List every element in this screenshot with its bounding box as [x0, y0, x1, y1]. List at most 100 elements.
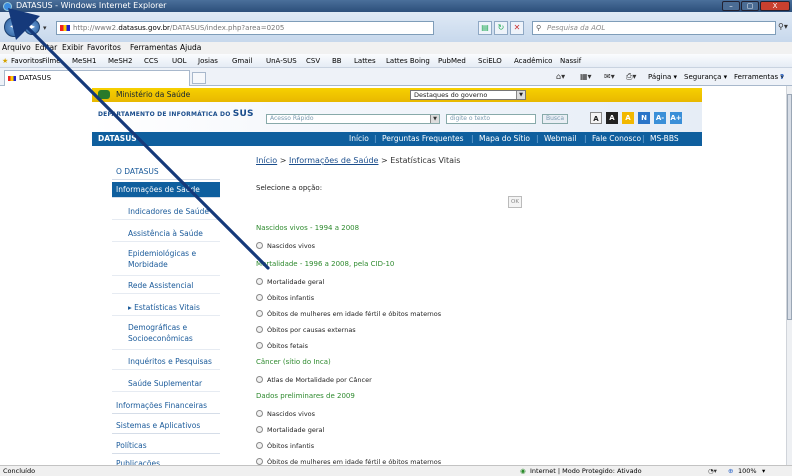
- fav-gmail[interactable]: Gmail: [232, 54, 252, 68]
- fav-csv[interactable]: CSV: [306, 54, 320, 68]
- minimize-button[interactable]: –: [722, 1, 740, 11]
- sidebar-item[interactable]: Publicações: [112, 456, 220, 465]
- radio-option[interactable]: Óbitos infantis: [256, 294, 314, 302]
- department-logo[interactable]: DEPARTAMENTO DE INFORMÁTICA DO SUS: [98, 109, 254, 119]
- site-search-input[interactable]: digite o texto: [446, 114, 536, 124]
- menu-ajuda[interactable]: Ajuda: [180, 42, 201, 54]
- menu-ferramentas[interactable]: Ferramentas: [130, 42, 177, 54]
- refresh-icon[interactable]: ↻: [494, 21, 508, 35]
- fav-ccs[interactable]: CCS: [144, 54, 158, 68]
- tools-menu[interactable]: Ferramentas ▾: [734, 68, 784, 86]
- sidebar-item[interactable]: Indicadores de Saúde: [112, 204, 220, 220]
- help-icon[interactable]: ?: [780, 68, 784, 86]
- home-icon[interactable]: ⌂▾: [556, 68, 565, 86]
- history-dropdown-icon[interactable]: ▾: [43, 24, 47, 32]
- back-button[interactable]: ◀: [4, 17, 24, 37]
- fav-uol[interactable]: UOL: [172, 54, 187, 68]
- fav-mesh1[interactable]: MeSH1: [72, 54, 97, 68]
- quick-access-select[interactable]: Acesso Rápido ▼: [266, 114, 440, 124]
- radio-icon[interactable]: [256, 458, 263, 465]
- security-menu[interactable]: Segurança ▾: [684, 68, 727, 86]
- nav-inicio[interactable]: Início: [349, 132, 369, 146]
- stop-icon[interactable]: ✕: [510, 21, 524, 35]
- fav-lattes-boing[interactable]: Lattes Boing: [386, 54, 430, 68]
- sidebar-item[interactable]: Saúde Suplementar: [112, 376, 220, 392]
- mail-icon[interactable]: ✉▾: [604, 68, 615, 86]
- fav-bb[interactable]: BB: [332, 54, 342, 68]
- radio-option[interactable]: Óbitos de mulheres em idade fértil e óbi…: [256, 310, 441, 318]
- maximize-button[interactable]: ▢: [741, 1, 759, 11]
- radio-option[interactable]: Mortalidade geral: [256, 426, 324, 434]
- menu-favoritos[interactable]: Favoritos: [87, 42, 121, 54]
- sidebar-item[interactable]: Assistência à Saúde: [112, 226, 220, 242]
- font-normal-button[interactable]: N: [638, 112, 650, 124]
- compat-view-icon[interactable]: ▤: [478, 21, 492, 35]
- fav-nassif[interactable]: Nassif: [560, 54, 581, 68]
- radio-option[interactable]: Óbitos por causas externas: [256, 326, 356, 334]
- radio-option[interactable]: Mortalidade geral: [256, 278, 324, 286]
- radio-icon[interactable]: [256, 442, 263, 449]
- sidebar-item[interactable]: Inquéritos e Pesquisas: [112, 354, 220, 370]
- radio-option[interactable]: Nascidos vivos: [256, 410, 315, 418]
- fav-unasus[interactable]: UnA-SUS: [266, 54, 297, 68]
- sidebar-item[interactable]: O DATASUS: [112, 164, 220, 180]
- fav-pubmed[interactable]: PubMed: [438, 54, 466, 68]
- radio-option[interactable]: Óbitos infantis: [256, 442, 314, 450]
- page-menu[interactable]: Página ▾: [648, 68, 677, 86]
- sidebar-item[interactable]: Sistemas e Aplicativos: [112, 418, 220, 434]
- search-button[interactable]: Busca: [542, 114, 568, 124]
- ok-button[interactable]: OK: [508, 196, 522, 208]
- contrast-black-button[interactable]: A: [606, 112, 618, 124]
- print-icon[interactable]: ⎙▾: [626, 68, 636, 86]
- radio-icon[interactable]: [256, 342, 263, 349]
- new-tab-button[interactable]: [192, 72, 206, 84]
- zoom-level[interactable]: 100%: [738, 466, 757, 476]
- zoom-dropdown-icon[interactable]: ▾: [762, 466, 765, 476]
- close-button[interactable]: X: [760, 1, 790, 11]
- fav-filme[interactable]: Filme: [42, 54, 61, 68]
- radio-icon[interactable]: [256, 326, 263, 333]
- scrollbar-thumb[interactable]: [787, 94, 792, 320]
- feeds-icon[interactable]: ▦▾: [580, 68, 592, 86]
- address-input[interactable]: http://www2.datasus.gov.br/DATASUS/index…: [56, 21, 434, 35]
- menu-editar[interactable]: Editar: [35, 42, 57, 54]
- radio-icon[interactable]: [256, 410, 263, 417]
- ministry-link[interactable]: Ministério da Saúde: [116, 88, 190, 102]
- radio-icon[interactable]: [256, 242, 263, 249]
- search-input[interactable]: ⚲ Pesquisa da AOL: [532, 21, 776, 35]
- radio-icon[interactable]: [256, 294, 263, 301]
- contrast-white-button[interactable]: A: [590, 112, 602, 124]
- nav-contact[interactable]: Fale Conosco: [592, 132, 641, 146]
- nav-sitemap[interactable]: Mapa do Sítio: [479, 132, 530, 146]
- radio-icon[interactable]: [256, 376, 263, 383]
- sidebar-item[interactable]: Rede Assistencial: [112, 278, 220, 294]
- fav-lattes[interactable]: Lattes: [354, 54, 376, 68]
- font-increase-button[interactable]: A+: [670, 112, 682, 124]
- fav-scielo[interactable]: SciELO: [478, 54, 502, 68]
- sidebar-item[interactable]: Epidemiológicas e Morbidade: [112, 248, 220, 276]
- sidebar-item[interactable]: Demográficas e Socioeconômicas: [112, 322, 220, 350]
- radio-option[interactable]: Óbitos de mulheres em idade fértil e óbi…: [256, 458, 441, 465]
- highlights-select[interactable]: Destaques do governo ▼: [410, 90, 526, 100]
- vertical-scrollbar[interactable]: [786, 86, 792, 465]
- contrast-yellow-button[interactable]: A: [622, 112, 634, 124]
- sidebar-item[interactable]: Informações Financeiras: [112, 398, 220, 414]
- search-options-icon[interactable]: ⚲▾: [778, 22, 788, 31]
- menu-arquivo[interactable]: Arquivo: [2, 42, 31, 54]
- radio-icon[interactable]: [256, 426, 263, 433]
- nav-msbbs[interactable]: MS-BBS: [650, 132, 679, 146]
- menu-exibir[interactable]: Exibir: [62, 42, 83, 54]
- radio-option[interactable]: Nascidos vivos: [256, 242, 315, 250]
- font-decrease-button[interactable]: A-: [654, 112, 666, 124]
- tab-datasus[interactable]: DATASUS: [4, 70, 190, 86]
- favorites-button[interactable]: Favoritos: [11, 54, 43, 68]
- radio-option[interactable]: Óbitos fetais: [256, 342, 308, 350]
- nav-webmail[interactable]: Webmail: [544, 132, 576, 146]
- fav-mesh2[interactable]: MeSH2: [108, 54, 133, 68]
- crumb-info-link[interactable]: Informações de Saúde: [289, 156, 379, 165]
- nav-faq[interactable]: Perguntas Frequentes: [382, 132, 464, 146]
- radio-option[interactable]: Atlas de Mortalidade por Câncer: [256, 376, 372, 384]
- forward-button[interactable]: ▶: [24, 19, 40, 35]
- radio-icon[interactable]: [256, 310, 263, 317]
- sidebar-item[interactable]: ▸ Estatísticas Vitais: [112, 300, 220, 316]
